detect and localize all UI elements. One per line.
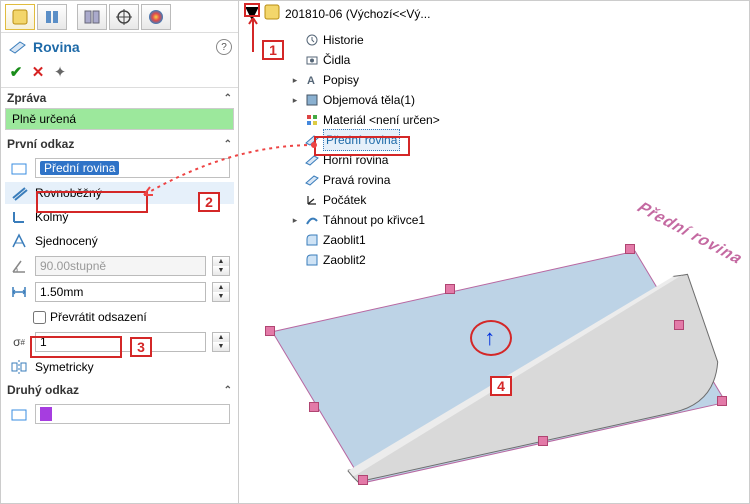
distance-stepper[interactable]: ▲▼ [212, 282, 230, 302]
annotation-box [30, 336, 122, 358]
plane-handle[interactable] [309, 402, 319, 412]
selection-icon [9, 404, 29, 424]
angle-icon [9, 256, 29, 276]
annotation-dotted-link [140, 140, 320, 200]
help-icon[interactable]: ? [216, 39, 232, 55]
part-icon [263, 3, 281, 24]
cancel-button[interactable]: ✕ [29, 63, 47, 81]
annotation-arrow-1 [247, 18, 259, 54]
section-message-header[interactable]: Zpráva ⌃ [1, 88, 238, 108]
angle-stepper: ▲▼ [212, 256, 230, 276]
message-body: Plně určená [5, 108, 234, 130]
tab-property-manager[interactable] [37, 4, 67, 30]
ok-button[interactable]: ✔ [7, 63, 25, 81]
tree-material[interactable]: Materiál <není určen> [289, 110, 749, 130]
option-symmetric[interactable]: Symetricky [5, 356, 234, 378]
plane-handle[interactable] [717, 396, 727, 406]
tree-origin[interactable]: Počátek [289, 190, 749, 210]
parallel-icon [9, 183, 29, 203]
annotation-number-3: 3 [130, 337, 152, 357]
tab-dimxpert[interactable] [109, 4, 139, 30]
offset-distance-icon [9, 282, 29, 302]
tree-bodies[interactable]: ▸Objemová těla(1) [289, 90, 749, 110]
plane-handle[interactable] [358, 475, 368, 485]
feature-title: Rovina [33, 39, 210, 55]
instances-icon: σ# [9, 332, 29, 352]
second-reference-field[interactable] [35, 404, 230, 424]
coincident-icon [9, 231, 29, 251]
symmetric-icon [9, 357, 29, 377]
tab-display-manager[interactable] [141, 4, 171, 30]
perpendicular-icon [9, 207, 29, 227]
annotation-number-4: 4 [490, 376, 512, 396]
section-second-ref-header[interactable]: Druhý odkaz ⌃ [1, 380, 238, 400]
plane-handle[interactable] [265, 326, 275, 336]
tree-right-plane[interactable]: Pravá rovina [289, 170, 749, 190]
svg-text:A: A [307, 75, 315, 87]
pin-button[interactable]: ✦ [51, 63, 69, 81]
plane-handle[interactable] [538, 436, 548, 446]
offset-distance-input[interactable] [35, 282, 206, 302]
plane-handle[interactable] [625, 244, 635, 254]
document-name[interactable]: 201810-06 (Výchozí<<Vý... [285, 7, 430, 21]
property-manager-tabs [1, 1, 238, 33]
angle-input [35, 256, 206, 276]
annotation-box [314, 136, 410, 156]
chevron-up-icon: ⌃ [224, 385, 232, 396]
tab-feature-manager[interactable] [5, 4, 35, 30]
plane-handle[interactable] [674, 320, 684, 330]
annotation-number-1: 1 [262, 40, 284, 60]
tree-sensors[interactable]: Čidla [289, 50, 749, 70]
plane-handle[interactable] [445, 284, 455, 294]
selection-icon [9, 158, 29, 178]
tab-config-manager[interactable] [77, 4, 107, 30]
ref-selected-value: Přední rovina [40, 161, 119, 175]
graphics-viewport[interactable]: ↑ Přední rovina [251, 231, 737, 493]
option-coincident[interactable]: Sjednocený [5, 230, 234, 252]
annotation-box [244, 3, 260, 17]
flip-offset-checkbox[interactable] [33, 311, 46, 324]
flip-offset-label: Převrátit odsazení [50, 310, 147, 324]
chevron-up-icon: ⌃ [224, 93, 232, 104]
instances-stepper[interactable]: ▲▼ [212, 332, 230, 352]
tree-annotations[interactable]: ▸APopisy [289, 70, 749, 90]
annotation-box [36, 191, 148, 213]
actions-row: ✔ ✕ ✦ [1, 61, 238, 88]
plane-icon [7, 37, 27, 57]
feature-header: Rovina ? [1, 33, 238, 61]
annotation-circle [470, 320, 512, 356]
tree-history[interactable]: Historie [289, 30, 749, 50]
